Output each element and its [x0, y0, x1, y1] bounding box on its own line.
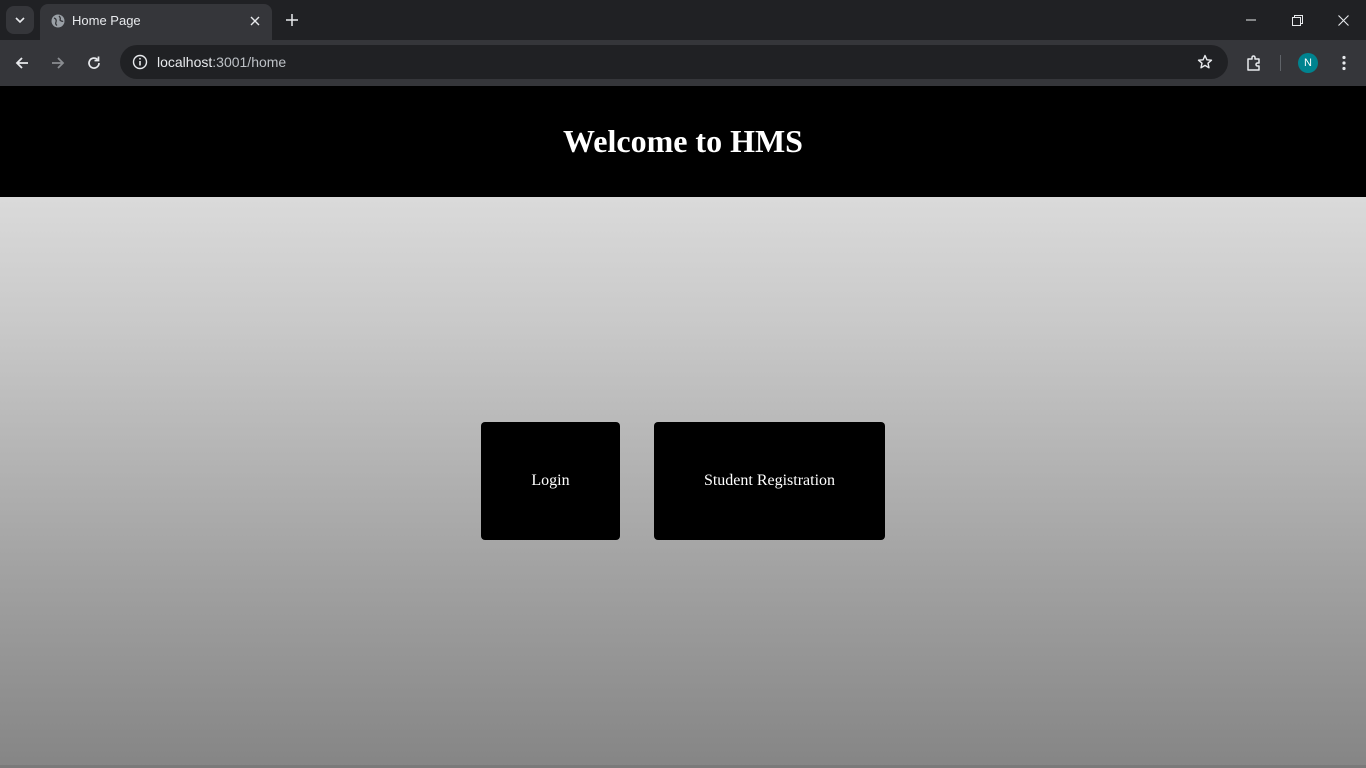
restore-icon — [1291, 14, 1303, 26]
close-icon — [250, 16, 260, 26]
plus-icon — [286, 14, 298, 26]
window-close-icon — [1337, 14, 1349, 26]
info-icon — [132, 54, 148, 70]
minimize-button[interactable] — [1228, 0, 1274, 40]
globe-icon — [51, 14, 65, 28]
address-bar[interactable]: localhost:3001/home — [120, 45, 1228, 79]
tab-close-button[interactable] — [246, 12, 264, 30]
browser-menu-button[interactable] — [1330, 49, 1358, 77]
reload-icon — [88, 56, 100, 69]
restore-button[interactable] — [1274, 0, 1320, 40]
toolbar-divider — [1280, 55, 1281, 71]
tab-title: Home Page — [72, 13, 141, 28]
url-text[interactable]: localhost:3001/home — [157, 54, 286, 70]
profile-avatar[interactable]: N — [1298, 53, 1318, 73]
student-registration-button[interactable]: Student Registration — [654, 422, 885, 540]
minimize-icon — [1246, 19, 1256, 21]
star-icon — [1197, 54, 1213, 69]
forward-button[interactable] — [44, 49, 72, 77]
back-arrow-icon — [15, 57, 28, 69]
new-tab-button[interactable] — [280, 8, 304, 32]
site-info-button[interactable] — [128, 50, 152, 74]
url-host: localhost — [157, 54, 213, 70]
browser-toolbar: localhost:3001/home N — [0, 40, 1366, 86]
back-button[interactable] — [8, 49, 36, 77]
page-title: Welcome to HMS — [563, 123, 803, 159]
window-close-button[interactable] — [1320, 0, 1366, 40]
bookmark-button[interactable] — [1194, 51, 1216, 73]
url-path: :3001/home — [212, 54, 287, 70]
forward-arrow-icon — [52, 57, 65, 69]
extensions-icon — [1247, 55, 1260, 71]
page-body: Welcome to HMS Login Student Registratio… — [0, 86, 1366, 768]
chevron-down-icon — [15, 17, 25, 24]
browser-tab-active[interactable]: Home Page — [40, 4, 272, 40]
tab-search-button[interactable] — [6, 6, 34, 34]
tab-strip: Home Page — [0, 0, 1366, 40]
extensions-button[interactable] — [1240, 49, 1268, 77]
kebab-menu-icon — [1342, 55, 1346, 71]
login-button[interactable]: Login — [481, 422, 620, 540]
page-header: Welcome to HMS — [0, 86, 1366, 197]
reload-button[interactable] — [80, 49, 108, 77]
